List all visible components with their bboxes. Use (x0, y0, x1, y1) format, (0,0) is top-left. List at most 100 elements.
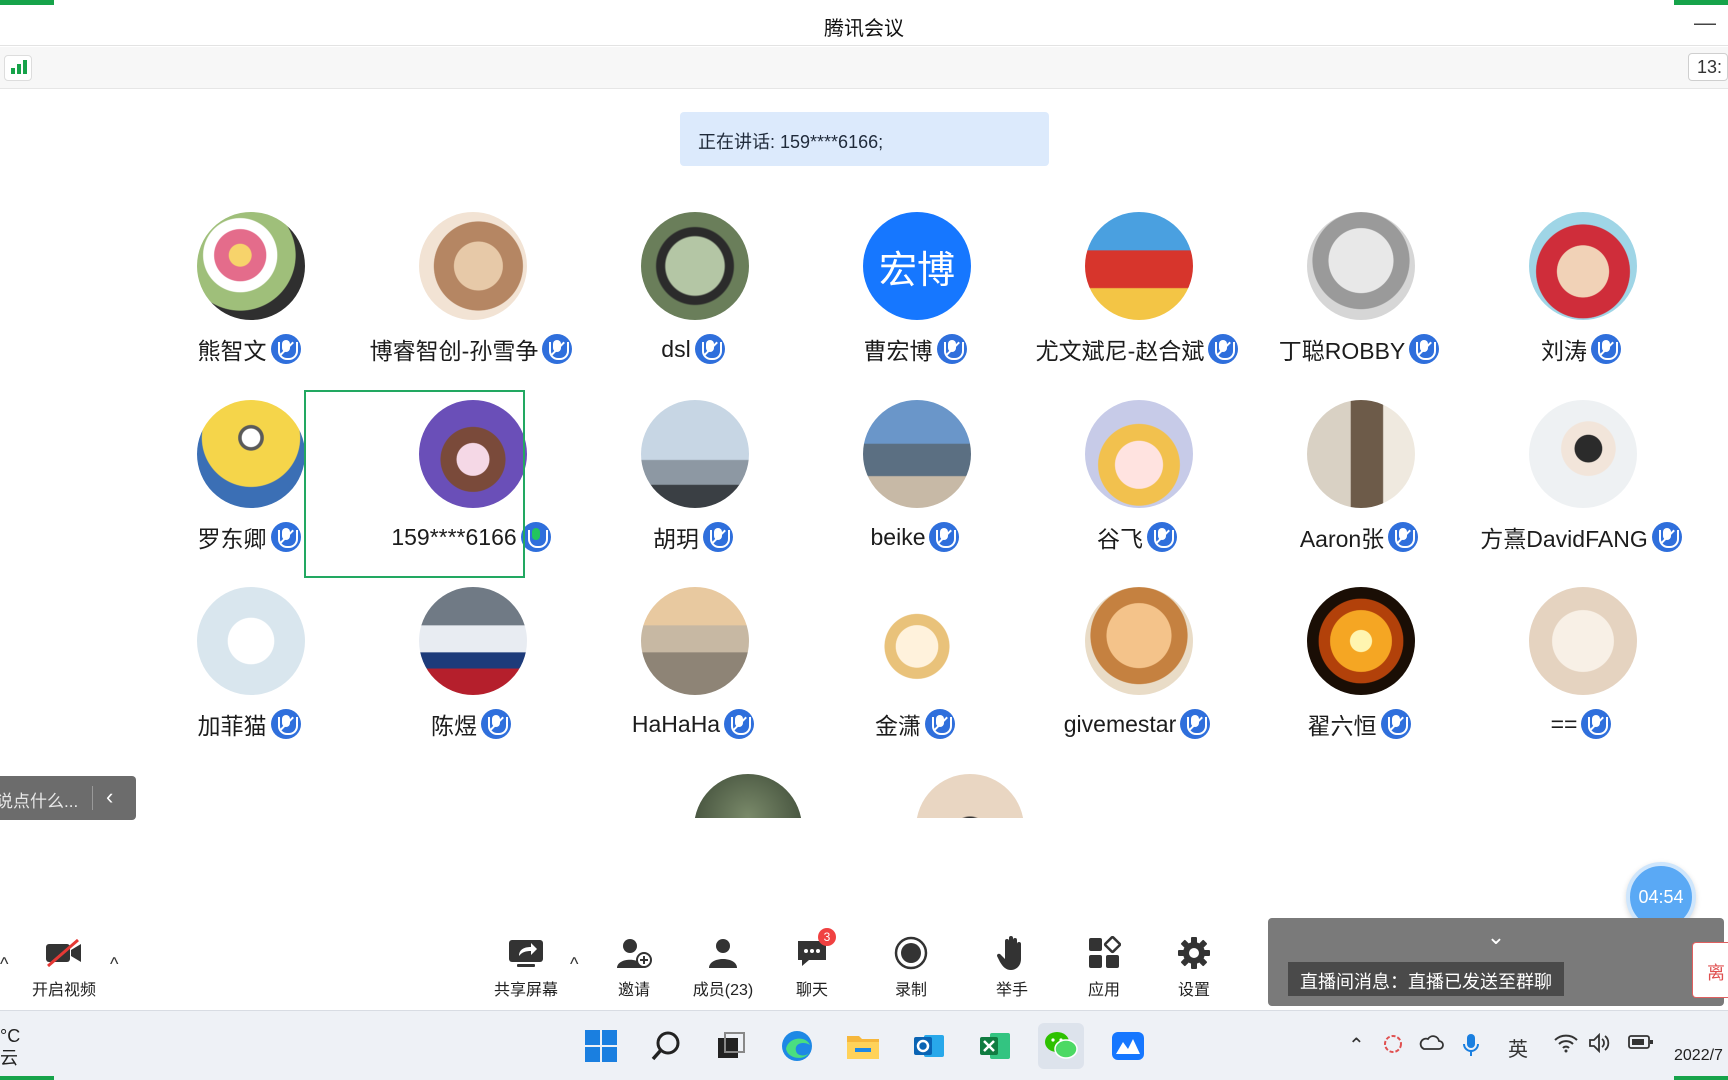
participant-avatar-partial[interactable] (916, 774, 1024, 818)
settings-button[interactable]: 设置 (1154, 934, 1234, 1000)
record-button[interactable]: 录制 (871, 934, 951, 1000)
outlook-icon[interactable] (906, 1023, 952, 1069)
share-options-caret-icon[interactable]: ^ (570, 954, 578, 975)
participant-avatar-partial[interactable] (694, 774, 802, 818)
microphone-muted-icon[interactable] (1591, 334, 1621, 364)
chat-button[interactable]: 3 聊天 (772, 928, 852, 1000)
participant-tile[interactable]: 陈煜 (360, 587, 582, 771)
participant-tile[interactable]: 方熹DavidFANG (1470, 400, 1692, 584)
leave-meeting-button[interactable]: 离 (1692, 942, 1728, 998)
microphone-muted-icon[interactable] (1180, 709, 1211, 739)
microphone-muted-icon[interactable] (270, 709, 301, 739)
task-view-icon[interactable] (708, 1023, 754, 1069)
participant-tile[interactable]: Aaron张 (1248, 400, 1470, 584)
avatar[interactable] (419, 587, 527, 695)
avatar[interactable] (197, 212, 305, 320)
meeting-clock[interactable]: 13: (1688, 53, 1728, 81)
invite-button[interactable]: 邀请 (594, 934, 674, 1000)
participant-tile[interactable]: 谷飞 (1026, 400, 1248, 584)
microphone-muted-icon[interactable] (1581, 709, 1612, 739)
participant-tile[interactable]: 刘涛 (1470, 212, 1692, 396)
avatar[interactable] (863, 400, 971, 508)
avatar[interactable] (197, 400, 305, 508)
wifi-icon[interactable] (1554, 1033, 1578, 1059)
avatar-initials: 宏博 (863, 212, 971, 320)
participant-name: 方熹DavidFANG (1480, 526, 1648, 552)
share-indicator-left (0, 0, 54, 5)
avatar[interactable] (1529, 400, 1637, 508)
participant-tile[interactable]: 熊智文 (138, 212, 360, 396)
share-screen-button[interactable]: 共享屏幕 (486, 934, 566, 1000)
participant-tile[interactable]: 胡玥 (582, 400, 804, 584)
participant-tile[interactable]: dsl (582, 212, 804, 396)
file-explorer-icon[interactable] (840, 1023, 886, 1069)
avatar[interactable] (1085, 212, 1193, 320)
participant-tile[interactable]: 翟六恒 (1248, 587, 1470, 771)
avatar[interactable]: 宏博 (863, 212, 971, 320)
raise-hand-button[interactable]: 举手 (972, 934, 1052, 1000)
avatar[interactable] (1529, 587, 1637, 695)
network-signal-icon[interactable] (4, 55, 32, 81)
members-button[interactable]: 成员(23) (683, 934, 763, 1000)
battery-icon[interactable] (1628, 1033, 1654, 1057)
collapse-chevron-icon[interactable]: ‹ (106, 784, 113, 810)
participant-tile[interactable]: 宏博 曹宏博 (804, 212, 1026, 396)
minimize-icon[interactable]: — (1694, 10, 1716, 36)
participant-tile[interactable]: 博睿智创-孙雪争 (360, 212, 582, 396)
microphone-muted-icon[interactable] (936, 334, 967, 364)
avatar[interactable] (641, 212, 749, 320)
edge-browser-icon[interactable] (774, 1023, 820, 1069)
microphone-muted-icon[interactable] (694, 334, 725, 364)
avatar[interactable] (641, 587, 749, 695)
avatar[interactable] (1529, 212, 1637, 320)
microphone-muted-icon[interactable] (1147, 522, 1177, 552)
microphone-muted-icon[interactable] (270, 522, 301, 552)
wechat-icon[interactable] (1038, 1023, 1084, 1069)
volume-icon[interactable] (1588, 1032, 1612, 1059)
start-video-button[interactable]: 开启视频 (24, 934, 104, 1000)
microphone-muted-icon[interactable] (1388, 522, 1419, 552)
microphone-muted-icon[interactable] (481, 709, 511, 739)
microphone-muted-icon[interactable] (929, 522, 960, 552)
avatar[interactable] (641, 400, 749, 508)
microphone-muted-icon[interactable] (270, 334, 301, 364)
participant-tile[interactable]: beike (804, 400, 1026, 584)
microphone-muted-icon[interactable] (703, 522, 733, 552)
participant-tile[interactable]: HaHaHa (582, 587, 804, 771)
participant-tile[interactable]: 加菲猫 (138, 587, 360, 771)
collapse-chevron-down-icon[interactable]: ⌄ (1268, 924, 1724, 950)
avatar[interactable] (1085, 587, 1193, 695)
avatar[interactable] (1085, 400, 1193, 508)
participant-tile[interactable]: 尤文斌尼-赵合斌 (1026, 212, 1248, 396)
chat-quick-input[interactable]: 说点什么... ‹ (0, 776, 136, 820)
microphone-muted-icon[interactable] (1651, 522, 1682, 552)
microphone-tray-icon[interactable] (1462, 1033, 1480, 1063)
excel-icon[interactable] (972, 1023, 1018, 1069)
microphone-muted-icon[interactable] (1380, 709, 1411, 739)
avatar[interactable] (1307, 587, 1415, 695)
onedrive-cloud-icon[interactable] (1418, 1033, 1444, 1057)
participant-tile[interactable]: givemestar (1026, 587, 1248, 771)
participant-tile[interactable]: 丁聪ROBBY (1248, 212, 1470, 396)
start-menu-icon[interactable] (578, 1023, 624, 1069)
share-indicator-bottom-right (1674, 1076, 1728, 1080)
avatar[interactable] (1307, 400, 1415, 508)
tray-overflow-chevron-icon[interactable]: ⌃ (1348, 1033, 1365, 1058)
apps-button[interactable]: 应用 (1064, 934, 1144, 1000)
microphone-muted-icon[interactable] (925, 709, 955, 739)
participant-tile[interactable]: == (1470, 587, 1692, 771)
avatar[interactable] (1307, 212, 1415, 320)
audio-options-caret-icon[interactable]: ^ (0, 954, 8, 975)
tray-app-icon[interactable] (1382, 1033, 1404, 1061)
search-icon[interactable] (643, 1023, 689, 1069)
avatar[interactable] (863, 587, 971, 695)
avatar[interactable] (197, 587, 305, 695)
weather-widget[interactable]: °C 云 (0, 1025, 20, 1069)
avatar[interactable] (419, 212, 527, 320)
tencent-meeting-icon[interactable] (1105, 1023, 1151, 1069)
taskbar-date[interactable]: 2022/7 (1674, 1047, 1728, 1065)
microphone-muted-icon[interactable] (724, 709, 755, 739)
participant-tile[interactable]: 金潇 (804, 587, 1026, 771)
video-options-caret-icon[interactable]: ^ (110, 954, 118, 975)
input-method-indicator[interactable]: 英 (1508, 1033, 1528, 1062)
